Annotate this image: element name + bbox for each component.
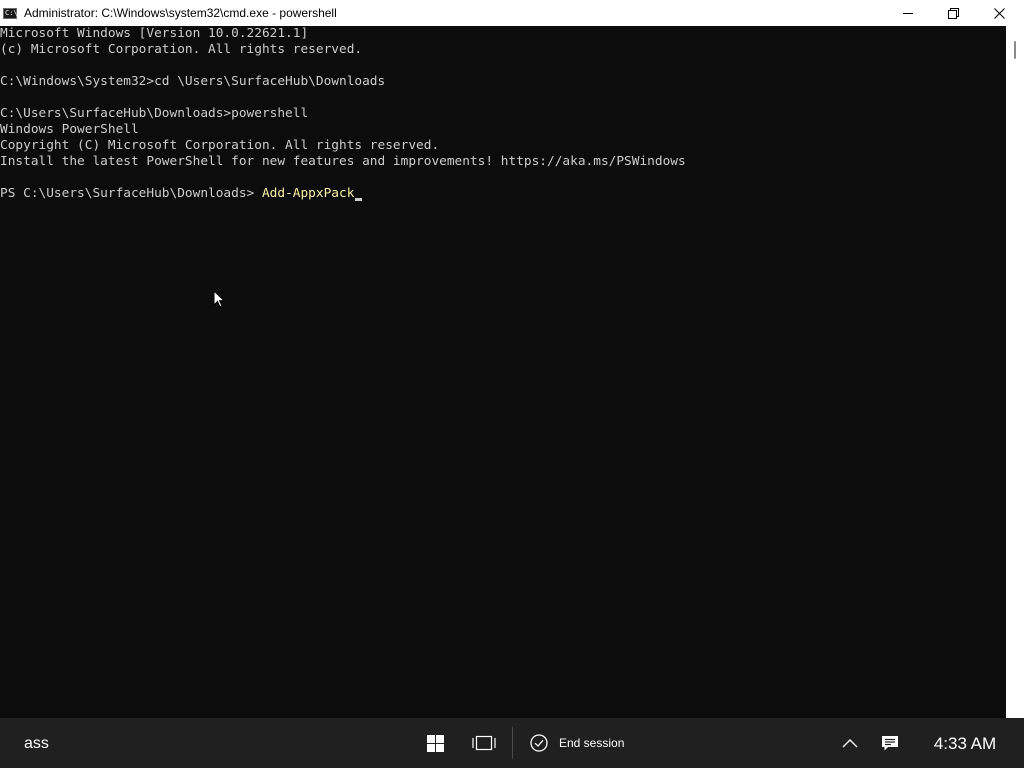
task-view-button[interactable]: [468, 718, 500, 768]
taskbar-divider: [512, 727, 513, 759]
restore-icon: [947, 7, 959, 19]
prompt-line[interactable]: PS C:\Users\SurfaceHub\Downloads> Add-Ap…: [0, 186, 363, 202]
current-command-input[interactable]: Add-AppxPack: [262, 186, 354, 201]
mouse-pointer-icon: [213, 290, 225, 308]
vertical-scrollbar[interactable]: [1006, 26, 1024, 718]
minimize-button[interactable]: [885, 0, 931, 26]
console-line: Windows PowerShell: [0, 122, 139, 137]
screen: C:\ Administrator: C:\Windows\system32\c…: [0, 0, 1024, 768]
text-cursor: [355, 198, 363, 201]
taskbar-search-text[interactable]: ass: [24, 718, 49, 768]
chevron-up-icon: [842, 739, 858, 748]
console-line: Install the latest PowerShell for new fe…: [0, 154, 686, 169]
console-line: Copyright (C) Microsoft Corporation. All…: [0, 138, 440, 153]
end-session-label: End session: [559, 736, 625, 750]
taskbar-clock[interactable]: 4:33 AM: [920, 718, 1010, 768]
minimize-icon: [903, 13, 913, 14]
check-circle-icon: [530, 734, 548, 752]
close-icon: [993, 7, 1005, 19]
taskbar: ass End session 4:33 AM: [0, 718, 1024, 768]
restore-button[interactable]: [930, 0, 976, 26]
console-line: C:\Users\SurfaceHub\Downloads>powershell: [0, 106, 309, 121]
window-title-bar[interactable]: C:\ Administrator: C:\Windows\system32\c…: [0, 0, 1024, 26]
window-title: Administrator: C:\Windows\system32\cmd.e…: [24, 6, 337, 20]
tray-expand-button[interactable]: [838, 718, 862, 768]
scrollbar-thumb[interactable]: [1014, 41, 1016, 59]
console-line: (c) Microsoft Corporation. All rights re…: [0, 42, 363, 57]
notification-icon: [882, 735, 898, 750]
task-view-icon: [472, 735, 496, 751]
console-line: C:\Windows\System32>cd \Users\SurfaceHub…: [0, 74, 386, 89]
console-output[interactable]: Microsoft Windows [Version 10.0.22621.1]…: [0, 26, 1006, 718]
prompt-text: PS C:\Users\SurfaceHub\Downloads>: [0, 186, 262, 201]
windows-start-icon: [426, 734, 444, 752]
cmd-icon: C:\: [3, 8, 18, 19]
console-line: Microsoft Windows [Version 10.0.22621.1]: [0, 26, 309, 41]
end-session-button[interactable]: End session: [530, 718, 624, 768]
close-button[interactable]: [976, 0, 1022, 26]
start-button[interactable]: [422, 718, 448, 768]
cmd-icon-prompt: C:\: [5, 9, 18, 17]
notification-button[interactable]: [878, 718, 902, 768]
